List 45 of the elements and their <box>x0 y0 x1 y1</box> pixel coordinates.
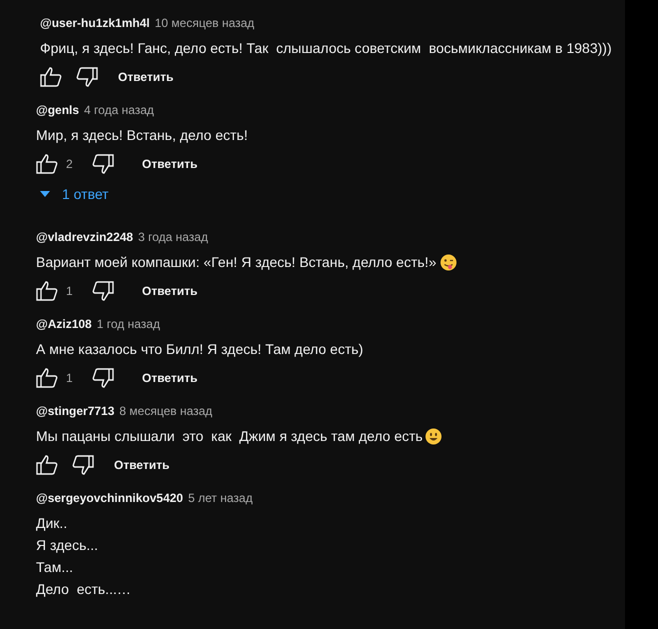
comment-text: Мы пацаны слышали это как Джим я здесь там дело есть <box>36 427 423 446</box>
comment-time[interactable]: 10 месяцев назад <box>154 16 254 30</box>
smiling-face-icon <box>424 428 442 444</box>
like-count: 2 <box>66 157 74 171</box>
comment-author[interactable]: @stinger7713 <box>36 404 114 418</box>
thumb-down-icon <box>92 281 114 301</box>
comment-time[interactable]: 3 года назад <box>138 230 208 244</box>
caret-icon <box>40 191 50 197</box>
comment-time[interactable]: 4 года назад <box>84 103 154 117</box>
thumb-up-icon <box>36 154 58 174</box>
thumb-down-icon <box>92 368 114 388</box>
comment-text: Мир, я здесь! Встань, дело есть! <box>36 126 248 145</box>
like-button[interactable] <box>36 368 58 388</box>
comment-time[interactable]: 8 месяцев назад <box>119 404 212 418</box>
comment-text: Фриц, я здесь! Ганс, дело есть! Так слышалось советским восьмиклассникам в 1983))) <box>40 39 612 58</box>
like-button[interactable] <box>36 281 58 301</box>
thumb-up-icon <box>36 368 58 388</box>
comment-author[interactable]: @vladrevzin2248 <box>36 230 134 244</box>
like-count: 1 <box>66 371 74 385</box>
thumb-down-icon <box>92 154 114 174</box>
like-button[interactable] <box>36 455 58 475</box>
comment-text: Дик.. Я здесь... Там... Дело есть...… <box>36 514 132 599</box>
reply-button[interactable]: Ответить <box>108 454 176 476</box>
comment-text: Вариант моей компашки: «Ген! Я здесь! Встань, делло есть!» <box>36 253 436 272</box>
reply-button[interactable]: Ответить <box>136 280 204 302</box>
thumb-up-icon <box>40 67 62 87</box>
show-replies-button[interactable]: 1 ответ <box>36 180 113 208</box>
thumb-up-icon <box>36 455 58 475</box>
like-button[interactable] <box>36 154 58 174</box>
thumb-down-icon <box>76 67 98 87</box>
thumb-up-icon <box>36 281 58 301</box>
thumb-down-icon <box>72 455 94 475</box>
comment-time[interactable]: 5 лет назад <box>188 491 253 505</box>
comment-author[interactable]: @Aziz108 <box>36 317 92 331</box>
comment-author[interactable]: @sergeyovchinnikov5420 <box>36 491 184 505</box>
reply-button[interactable]: Ответить <box>136 367 204 389</box>
winking-face-icon <box>440 254 458 270</box>
like-button[interactable] <box>40 67 62 87</box>
comment-text: А мне казалось что Билл! Я здесь! Там дело есть) <box>36 340 364 359</box>
like-count: 1 <box>66 284 74 298</box>
reply-button[interactable]: Ответить <box>112 66 180 88</box>
comment-time[interactable]: 1 год назад <box>96 317 160 331</box>
comment-author[interactable]: @user-hu1zk1mh4l <box>40 16 150 30</box>
reply-button[interactable]: Ответить <box>136 153 204 175</box>
comment-author[interactable]: @genls <box>36 103 80 117</box>
